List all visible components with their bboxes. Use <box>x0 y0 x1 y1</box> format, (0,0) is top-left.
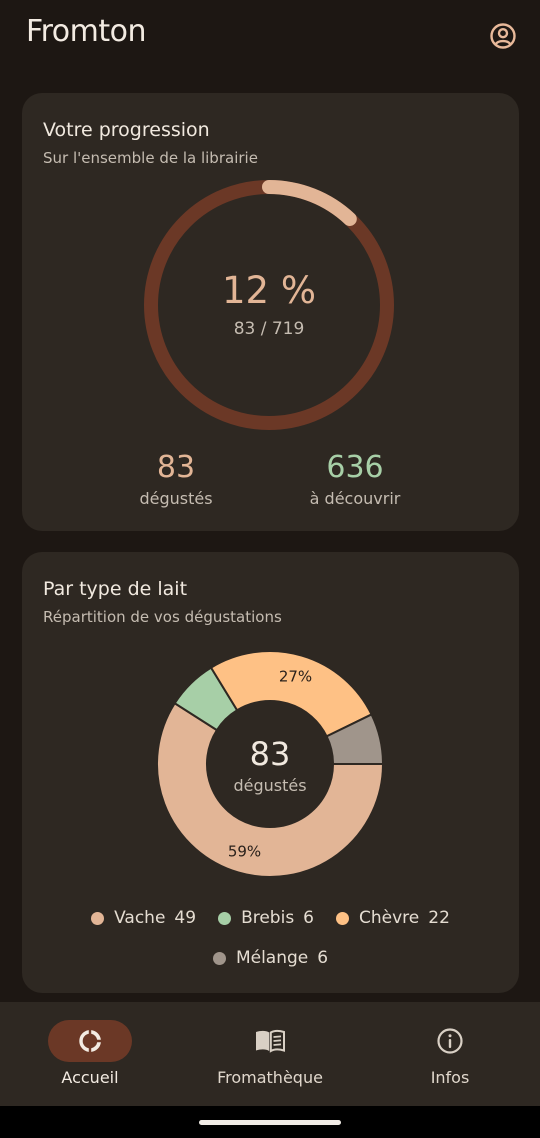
app-title: Fromton <box>26 14 146 49</box>
nav-active-indicator <box>48 1020 132 1062</box>
nav-item-fromatheque[interactable]: Fromathèque <box>180 1002 360 1106</box>
legend-count: 22 <box>428 908 450 928</box>
donut-data-label: 27% <box>279 668 312 686</box>
home-indicator[interactable] <box>199 1120 341 1125</box>
nav-item-infos[interactable]: Infos <box>360 1002 540 1106</box>
legend-item-melange: Mélange 6 <box>212 948 329 968</box>
legend-dot-melange <box>212 951 226 965</box>
legend-name: Vache <box>114 908 166 928</box>
tasted-count: 83 <box>156 450 196 485</box>
donut-data-label: 59% <box>228 842 261 860</box>
milk-title: Par type de lait <box>43 578 188 600</box>
legend-count: 49 <box>174 908 197 928</box>
legend-name: Mélange <box>235 948 309 968</box>
legend-item-brebis: Brebis 6 <box>218 908 314 928</box>
account-button[interactable] <box>488 21 518 51</box>
progress-ratio: 83 / 719 <box>233 319 305 339</box>
progress-card: Votre progression Sur l'ensemble de la l… <box>22 93 519 531</box>
donut-chart-icon <box>79 1030 101 1052</box>
milk-subtitle: Répartition de vos dégustations <box>43 608 282 626</box>
legend-dot-brebis <box>218 911 232 925</box>
remaining-count: 636 <box>326 450 384 485</box>
account-circle-icon <box>490 23 516 49</box>
legend-name: Chèvre <box>359 908 420 928</box>
info-icon <box>437 1028 463 1054</box>
progress-subtitle: Sur l'ensemble de la librairie <box>43 149 258 167</box>
nav-label-infos: Infos <box>430 1068 470 1087</box>
progress-percent: 12 % <box>222 269 316 312</box>
donut-slice-chèvre <box>209 650 373 738</box>
legend-dot-chevre <box>336 911 349 925</box>
milk-card: Par type de lait Répartition de vos dégu… <box>22 552 519 993</box>
legend-count: 6 <box>317 948 329 968</box>
nav-icon-container <box>228 1020 312 1062</box>
nav-item-accueil[interactable]: Accueil <box>0 1002 180 1106</box>
legend-item-vache: Vache 49 <box>91 908 196 928</box>
legend-row-2: Mélange 6 <box>22 948 519 968</box>
legend-row-1: Vache 49 Brebis 6 Chèvre 22 <box>22 908 519 928</box>
legend-item-chevre: Chèvre 22 <box>336 908 450 928</box>
bottom-navigation: Accueil Fromathèque Infos <box>0 1002 540 1106</box>
nav-label-accueil: Accueil <box>61 1068 119 1087</box>
tasted-label: dégustés <box>139 489 213 508</box>
donut-center-value: 83 <box>249 735 291 773</box>
book-icon <box>256 1029 285 1053</box>
legend-name: Brebis <box>241 908 295 928</box>
donut-center-label: dégustés <box>233 776 307 795</box>
legend-dot-vache <box>91 911 105 925</box>
nav-icon-container <box>408 1020 492 1062</box>
legend-count: 6 <box>303 908 314 928</box>
nav-label-fromatheque: Fromathèque <box>217 1068 323 1087</box>
progress-title: Votre progression <box>43 119 210 141</box>
remaining-label: à découvrir <box>309 489 401 508</box>
